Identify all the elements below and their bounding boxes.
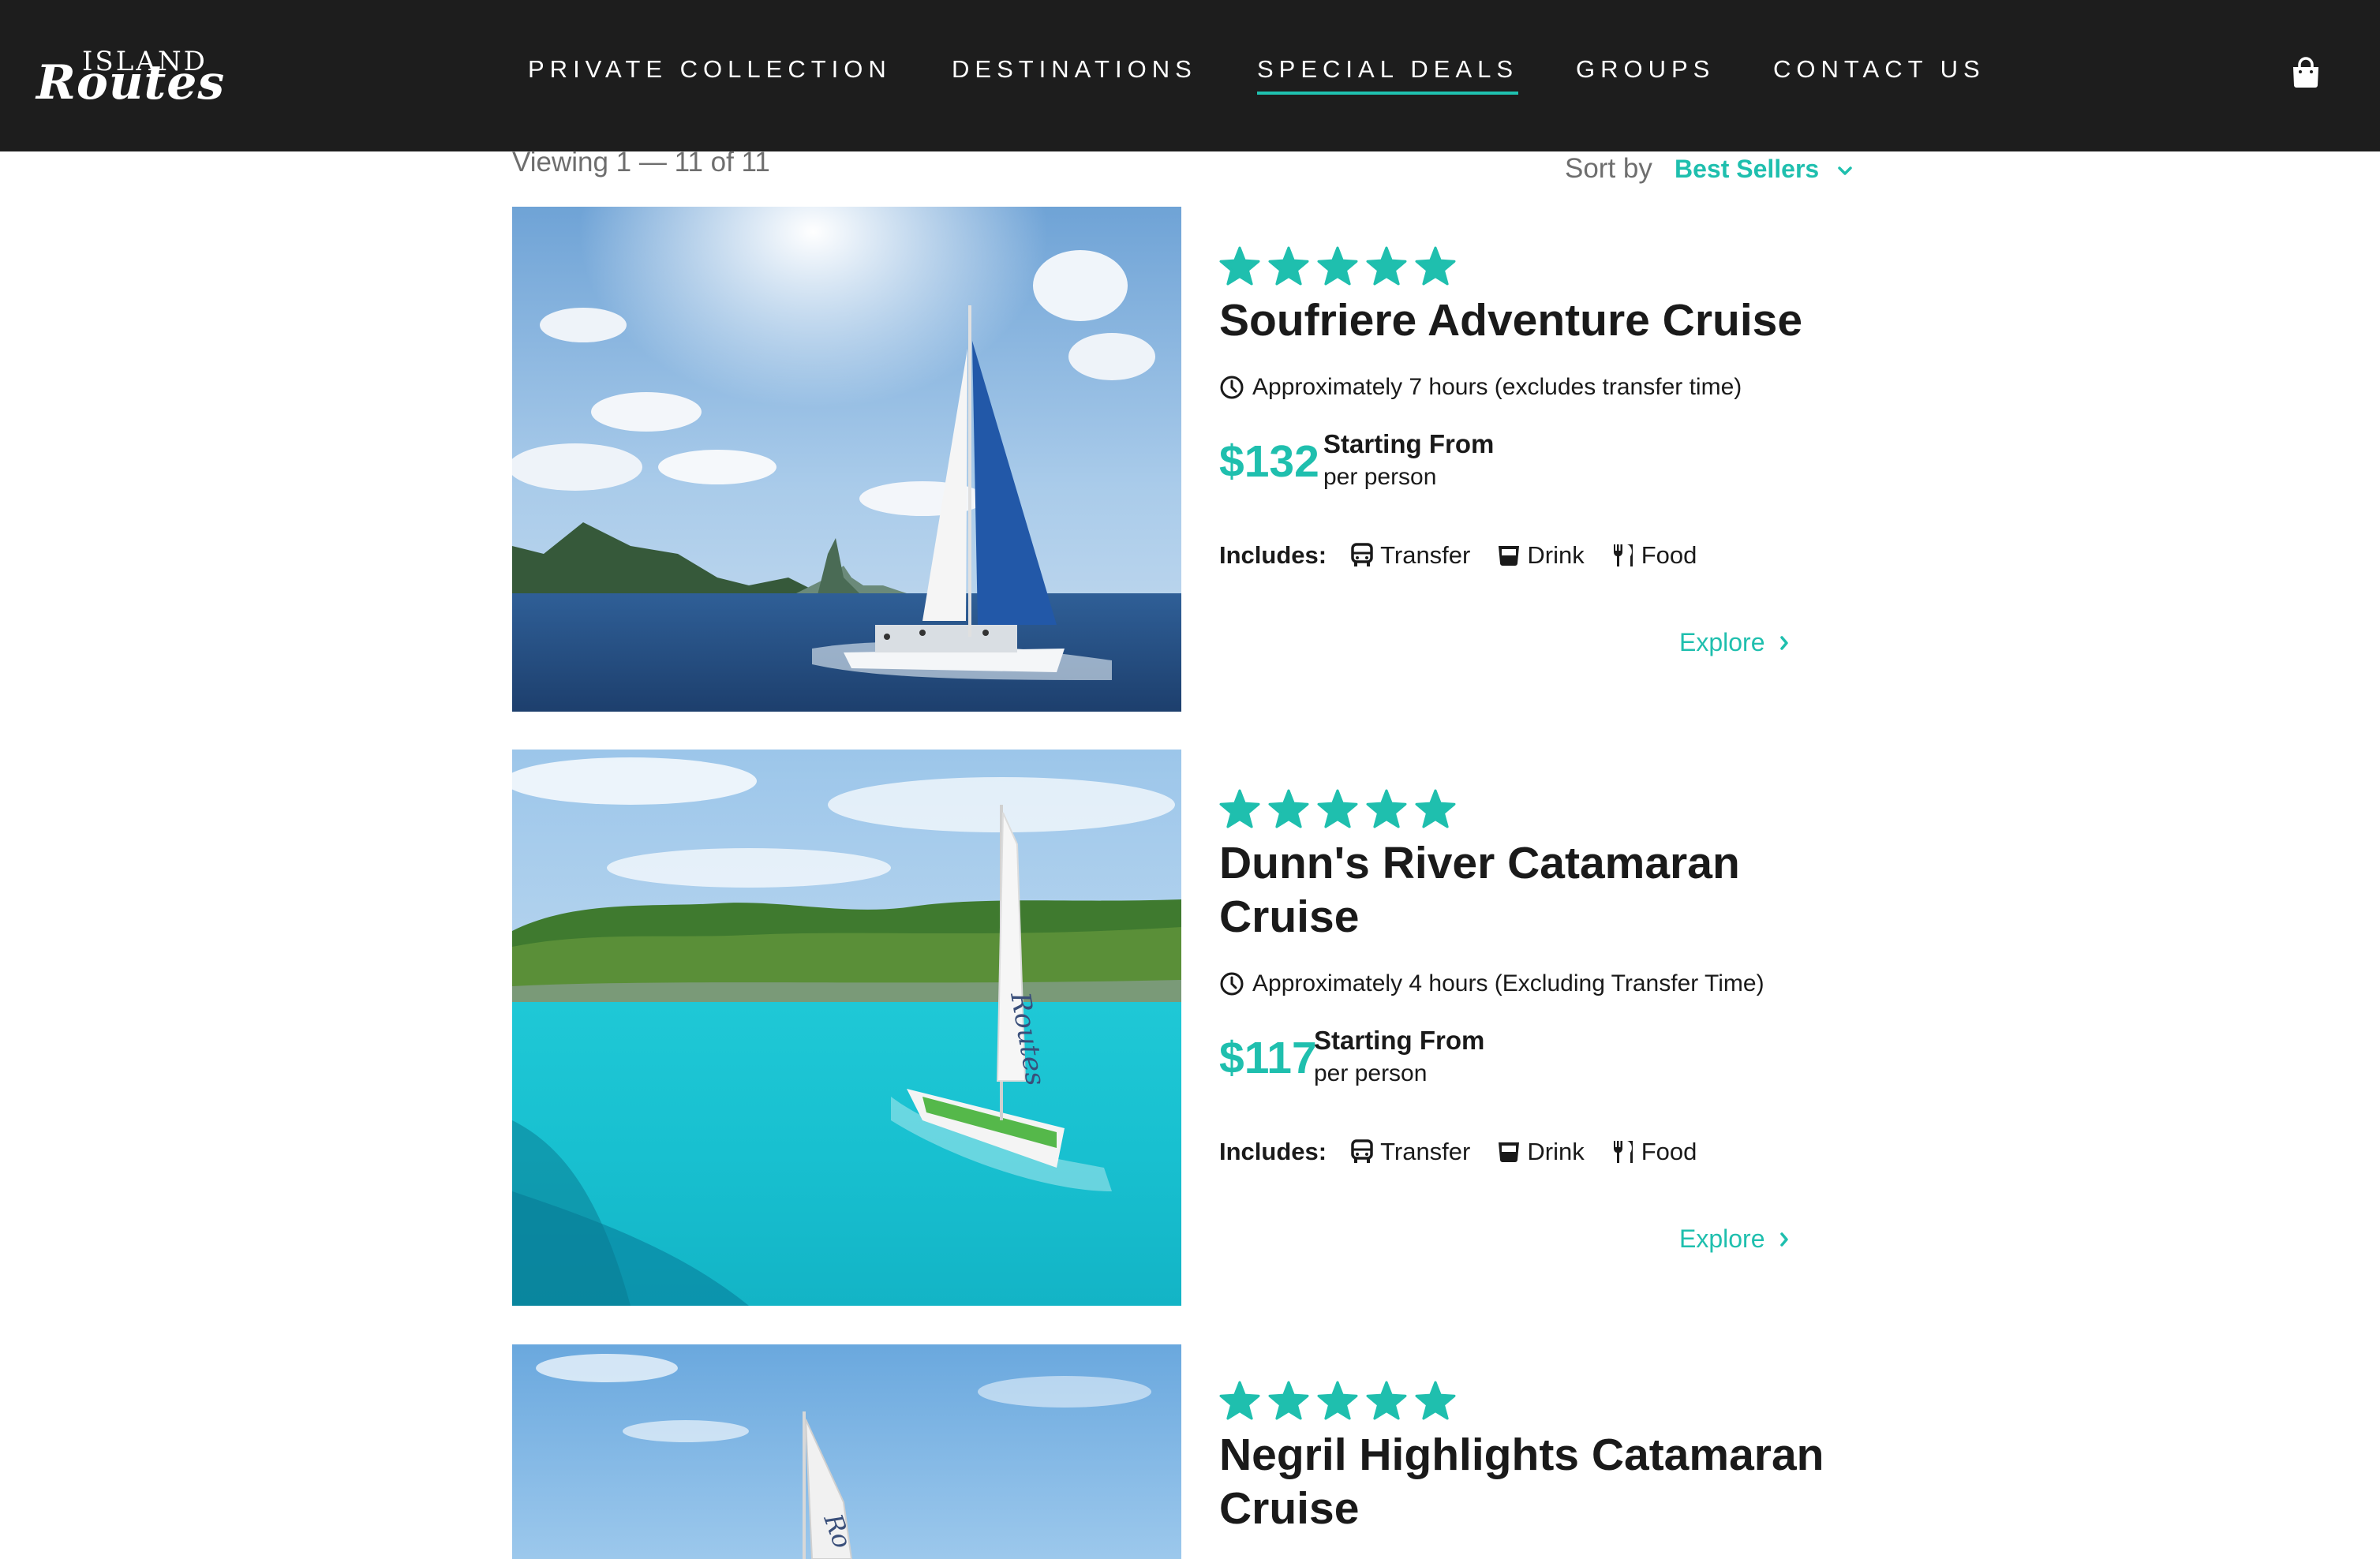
include-drink: Drink	[1497, 541, 1585, 570]
sort-select-value: Best Sellers	[1675, 155, 1820, 183]
food-icon	[1611, 543, 1635, 568]
clock-icon	[1219, 971, 1244, 996]
star-icon	[1366, 789, 1407, 828]
tour-duration: Approximately 7 hours (excludes transfer…	[1219, 374, 1742, 401]
star-icon	[1366, 246, 1407, 286]
include-food-text: Food	[1641, 1138, 1697, 1165]
rating-stars	[1219, 246, 1456, 286]
sort-by-label: Sort by	[1565, 153, 1652, 184]
chevron-down-icon	[1838, 166, 1852, 175]
include-food: Food	[1611, 541, 1697, 570]
tour-photo-soufriere[interactable]	[512, 207, 1181, 712]
star-icon	[1415, 789, 1456, 828]
tour-photo-dunns-river[interactable]: Routes	[512, 750, 1181, 1306]
tour-title[interactable]: Dunn's River Catamaran Cruise	[1219, 836, 1850, 944]
tour-title[interactable]: Soufriere Adventure Cruise	[1219, 293, 1850, 347]
tour-photo-negril[interactable]: Ro	[512, 1344, 1181, 1559]
chevron-right-icon	[1779, 1232, 1789, 1247]
nav-item-destinations[interactable]: DESTINATIONS	[952, 55, 1197, 84]
star-icon	[1268, 789, 1309, 828]
price-label: Starting From	[1323, 429, 1495, 458]
duration-text: Approximately 7 hours (excludes transfer…	[1252, 374, 1742, 400]
nav-item-contact-us[interactable]: CONTACT US	[1773, 55, 1985, 84]
star-icon	[1415, 246, 1456, 286]
sort-select[interactable]: Best Sellers	[1675, 155, 1853, 184]
explore-link[interactable]: Explore	[1679, 628, 1789, 657]
site-header: ISLAND Routes PRIVATE COLLECTION DESTINA…	[0, 0, 2380, 151]
star-icon	[1366, 1381, 1407, 1420]
tour-includes: Includes: Transfer Drink Food	[1219, 541, 1723, 570]
logo-main-text: Routes	[36, 55, 226, 110]
bus-icon	[1350, 1139, 1374, 1165]
nav-item-special-deals[interactable]: SPECIAL DEALS	[1257, 55, 1519, 95]
star-icon	[1219, 246, 1260, 286]
include-transfer-text: Transfer	[1380, 541, 1471, 569]
includes-label: Includes:	[1219, 541, 1327, 569]
tour-price: $132	[1219, 436, 1319, 487]
include-transfer: Transfer	[1350, 541, 1470, 570]
tour-price: $117	[1219, 1033, 1317, 1083]
shopping-bag-icon[interactable]	[2292, 57, 2320, 88]
star-icon	[1317, 789, 1358, 828]
chevron-right-icon	[1779, 635, 1789, 651]
explore-text: Explore	[1679, 628, 1765, 656]
drink-icon	[1497, 1140, 1521, 1164]
explore-link[interactable]: Explore	[1679, 1224, 1789, 1254]
include-drink-text: Drink	[1527, 541, 1585, 569]
price-sub: per person	[1314, 1060, 1428, 1086]
clock-icon	[1219, 375, 1244, 400]
star-icon	[1317, 246, 1358, 286]
explore-text: Explore	[1679, 1224, 1765, 1253]
include-food-text: Food	[1641, 541, 1697, 569]
price-sub: per person	[1323, 464, 1437, 490]
include-drink-text: Drink	[1527, 1138, 1585, 1165]
island-routes-logo[interactable]: ISLAND Routes	[36, 46, 224, 110]
star-icon	[1268, 246, 1309, 286]
bus-icon	[1350, 543, 1374, 568]
nav-item-groups[interactable]: GROUPS	[1576, 55, 1715, 84]
star-icon	[1219, 789, 1260, 828]
include-transfer-text: Transfer	[1380, 1138, 1471, 1165]
star-icon	[1317, 1381, 1358, 1420]
rating-stars	[1219, 1381, 1456, 1420]
results-count: Viewing 1 — 11 of 11	[512, 147, 770, 178]
rating-stars	[1219, 789, 1456, 828]
food-icon	[1611, 1139, 1635, 1165]
tour-includes: Includes: Transfer Drink Food	[1219, 1138, 1723, 1166]
include-food: Food	[1611, 1138, 1697, 1166]
tour-duration: Approximately 4 hours (Excluding Transfe…	[1219, 970, 1764, 997]
star-icon	[1268, 1381, 1309, 1420]
star-icon	[1415, 1381, 1456, 1420]
star-icon	[1219, 1381, 1260, 1420]
nav-item-private-collection[interactable]: PRIVATE COLLECTION	[528, 55, 892, 84]
price-label: Starting From	[1314, 1026, 1485, 1055]
includes-label: Includes:	[1219, 1138, 1327, 1165]
tour-title[interactable]: Negril Highlights Catamaran Cruise	[1219, 1428, 1850, 1535]
duration-text: Approximately 4 hours (Excluding Transfe…	[1252, 970, 1764, 996]
include-transfer: Transfer	[1350, 1138, 1470, 1166]
drink-icon	[1497, 544, 1521, 567]
include-drink: Drink	[1497, 1138, 1585, 1166]
